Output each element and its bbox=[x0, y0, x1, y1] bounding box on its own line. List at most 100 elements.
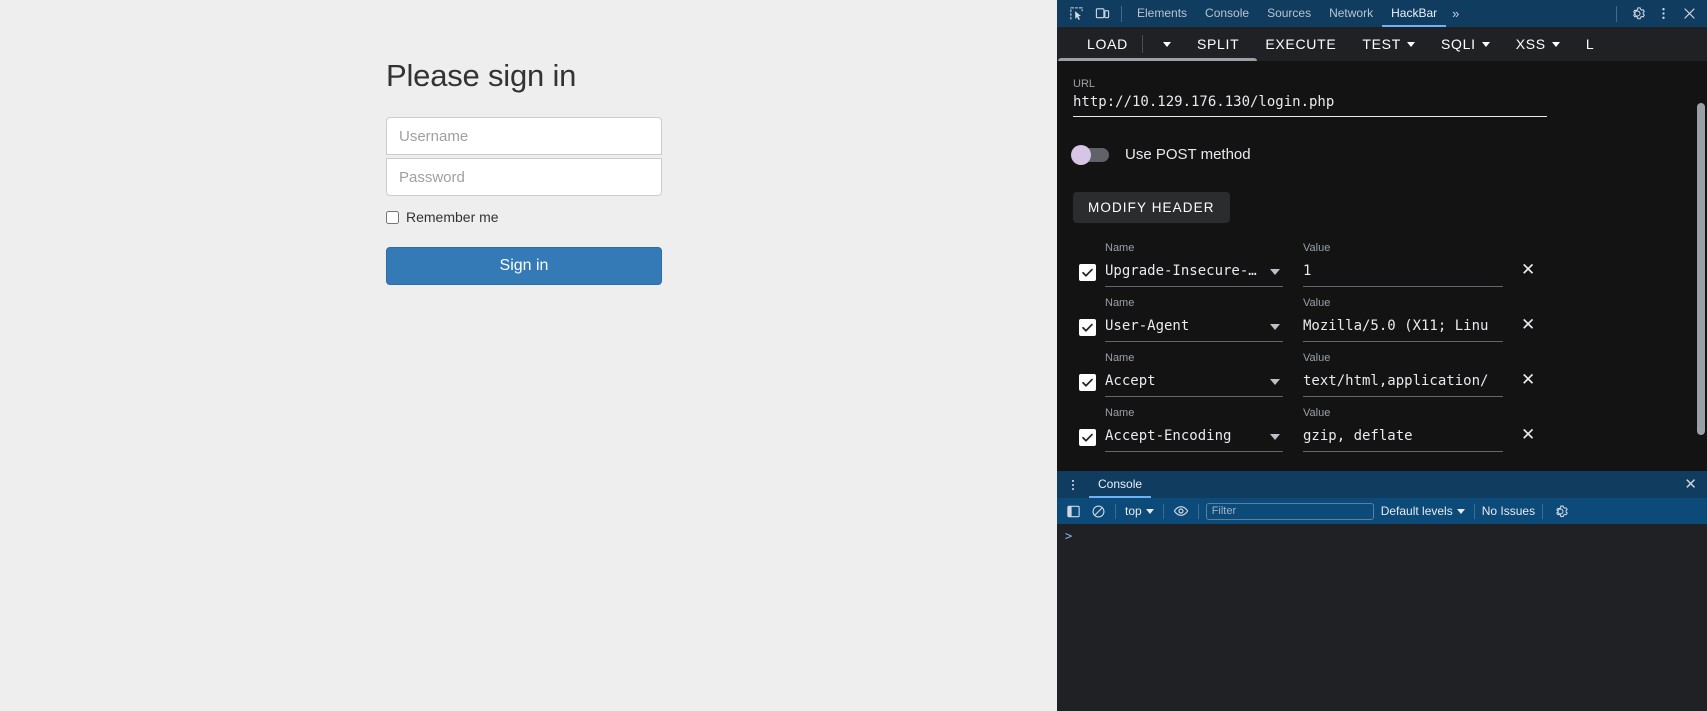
header-value-field[interactable]: Value Mozilla/5.0 (X11; Linu bbox=[1303, 297, 1503, 342]
remember-me-checkbox[interactable] bbox=[386, 211, 399, 224]
drawer-tabbar: Console ✕ bbox=[1057, 471, 1707, 498]
close-icon[interactable]: ✕ bbox=[1684, 477, 1697, 492]
devtools-panel: Elements Console Sources Network HackBar… bbox=[1057, 0, 1707, 711]
hackbar-xss-label: XSS bbox=[1515, 36, 1546, 52]
hackbar-sqli-label: SQLI bbox=[1440, 36, 1476, 52]
header-value-value: Mozilla/5.0 (X11; Linu bbox=[1303, 318, 1489, 334]
modify-header-button[interactable]: MODIFY HEADER bbox=[1073, 192, 1230, 223]
chevron-down-icon[interactable] bbox=[1270, 269, 1280, 275]
header-name-value: Accept-Encoding bbox=[1105, 428, 1232, 444]
console-context-label: top bbox=[1125, 504, 1142, 518]
chevron-down-icon bbox=[1406, 41, 1415, 47]
header-name-field[interactable]: Name Upgrade-Insecure-… bbox=[1105, 242, 1283, 287]
header-rows-list: Name Upgrade-Insecure-… Value 1 ✕ Name U… bbox=[1073, 232, 1691, 452]
header-enabled-checkbox[interactable] bbox=[1079, 264, 1096, 281]
header-name-field[interactable]: Name Accept-Encoding bbox=[1105, 407, 1283, 452]
login-form: Please sign in Remember me Sign in bbox=[386, 57, 662, 285]
clear-console-icon[interactable] bbox=[1088, 501, 1108, 521]
hackbar-test-label: TEST bbox=[1362, 36, 1401, 52]
table-row: Name Accept-Encoding Value gzip, deflate… bbox=[1073, 397, 1691, 452]
console-toolbar: top Default levels No Issues bbox=[1057, 498, 1707, 524]
chevron-down-icon bbox=[1481, 41, 1490, 47]
use-post-method-toggle[interactable] bbox=[1071, 144, 1109, 165]
toggle-knob bbox=[1071, 144, 1091, 165]
device-toolbar-icon[interactable] bbox=[1089, 2, 1115, 26]
header-value-field[interactable]: Value 1 bbox=[1303, 242, 1503, 287]
url-input[interactable] bbox=[1073, 94, 1547, 117]
kebab-menu-icon[interactable] bbox=[1063, 478, 1083, 492]
chevron-down-icon[interactable] bbox=[1270, 379, 1280, 385]
hackbar-vertical-scrollbar[interactable] bbox=[1697, 103, 1705, 435]
remove-header-icon[interactable]: ✕ bbox=[1521, 316, 1535, 333]
tab-sources[interactable]: Sources bbox=[1258, 0, 1320, 27]
hackbar-split-button[interactable]: SPLIT bbox=[1184, 27, 1252, 61]
page-title: Please sign in bbox=[386, 58, 577, 93]
live-expression-icon[interactable] bbox=[1171, 501, 1191, 521]
console-levels-selector[interactable]: Default levels bbox=[1379, 504, 1467, 518]
header-name-value: Accept bbox=[1105, 373, 1156, 389]
header-value-label: Value bbox=[1303, 297, 1331, 309]
remove-header-icon[interactable]: ✕ bbox=[1521, 261, 1535, 278]
tab-console[interactable]: Console bbox=[1196, 0, 1258, 27]
console-drawer: Console ✕ top Filter Default levels No I… bbox=[1057, 471, 1707, 711]
header-value-value: gzip, deflate bbox=[1303, 428, 1413, 444]
kebab-menu-icon[interactable] bbox=[1650, 2, 1676, 26]
console-prompt-symbol: > bbox=[1065, 529, 1073, 543]
header-value-label: Value bbox=[1303, 242, 1331, 254]
screen: Please sign in Remember me Sign in bbox=[0, 0, 1707, 711]
hackbar-load-dropdown[interactable] bbox=[1144, 27, 1184, 61]
tab-network[interactable]: Network bbox=[1320, 0, 1382, 27]
username-input[interactable] bbox=[386, 117, 662, 155]
console-filter-input[interactable] bbox=[1205, 502, 1374, 520]
header-name-value: Upgrade-Insecure-… bbox=[1105, 263, 1257, 279]
table-row: Name Accept Value text/html,application/… bbox=[1073, 342, 1691, 397]
tab-elements[interactable]: Elements bbox=[1128, 0, 1196, 27]
hackbar-sqli-dropdown[interactable]: SQLI bbox=[1428, 27, 1503, 61]
console-context-selector[interactable]: top bbox=[1123, 504, 1156, 518]
chevron-down-icon[interactable] bbox=[1270, 434, 1280, 440]
hackbar-lfi-button[interactable]: L bbox=[1573, 27, 1608, 61]
divider bbox=[1115, 503, 1116, 519]
hackbar-load-button[interactable]: LOAD bbox=[1074, 27, 1141, 61]
remove-header-icon[interactable]: ✕ bbox=[1521, 371, 1535, 388]
chevron-down-icon[interactable] bbox=[1270, 324, 1280, 330]
hackbar-xss-dropdown[interactable]: XSS bbox=[1503, 27, 1573, 61]
header-name-label: Name bbox=[1105, 242, 1135, 254]
header-enabled-checkbox[interactable] bbox=[1079, 374, 1096, 391]
web-page-content: Please sign in Remember me Sign in bbox=[0, 0, 1057, 711]
header-value-field[interactable]: Value gzip, deflate bbox=[1303, 407, 1503, 452]
divider bbox=[1162, 503, 1164, 519]
console-issues-button[interactable]: No Issues bbox=[1482, 504, 1535, 518]
close-icon[interactable] bbox=[1676, 2, 1702, 26]
divider bbox=[1542, 503, 1544, 519]
inspect-element-icon[interactable] bbox=[1063, 2, 1089, 26]
header-value-field[interactable]: Value text/html,application/ bbox=[1303, 352, 1503, 397]
use-post-method-label: Use POST method bbox=[1125, 146, 1251, 163]
header-name-label: Name bbox=[1105, 352, 1135, 364]
remember-me-label: Remember me bbox=[406, 209, 499, 225]
header-enabled-checkbox[interactable] bbox=[1079, 429, 1096, 446]
header-value-label: Value bbox=[1303, 352, 1331, 364]
header-enabled-checkbox[interactable] bbox=[1079, 319, 1096, 336]
devtools-tabbar: Elements Console Sources Network HackBar… bbox=[1057, 0, 1707, 27]
chevron-down-icon bbox=[1551, 41, 1560, 47]
tab-hackbar[interactable]: HackBar bbox=[1382, 0, 1446, 27]
gear-icon[interactable] bbox=[1550, 501, 1570, 521]
sign-in-button[interactable]: Sign in bbox=[386, 247, 662, 285]
hackbar-execute-button[interactable]: EXECUTE bbox=[1252, 27, 1349, 61]
chevron-down-icon bbox=[1145, 508, 1154, 514]
console-sidebar-icon[interactable] bbox=[1063, 501, 1083, 521]
header-value-value: 1 bbox=[1303, 263, 1312, 279]
password-input[interactable] bbox=[386, 158, 662, 196]
more-tabs-chevron-icon[interactable]: » bbox=[1446, 0, 1465, 27]
remove-header-icon[interactable]: ✕ bbox=[1521, 426, 1535, 443]
console-output[interactable]: > bbox=[1057, 524, 1707, 711]
drawer-tab-console[interactable]: Console bbox=[1089, 471, 1151, 498]
gear-icon[interactable] bbox=[1624, 2, 1650, 26]
header-name-field[interactable]: Name Accept bbox=[1105, 352, 1283, 397]
header-name-field[interactable]: Name User-Agent bbox=[1105, 297, 1283, 342]
hackbar-test-dropdown[interactable]: TEST bbox=[1349, 27, 1428, 61]
use-post-method-row: Use POST method bbox=[1071, 144, 1691, 165]
table-row: Name User-Agent Value Mozilla/5.0 (X11; … bbox=[1073, 287, 1691, 342]
divider bbox=[1121, 5, 1122, 22]
